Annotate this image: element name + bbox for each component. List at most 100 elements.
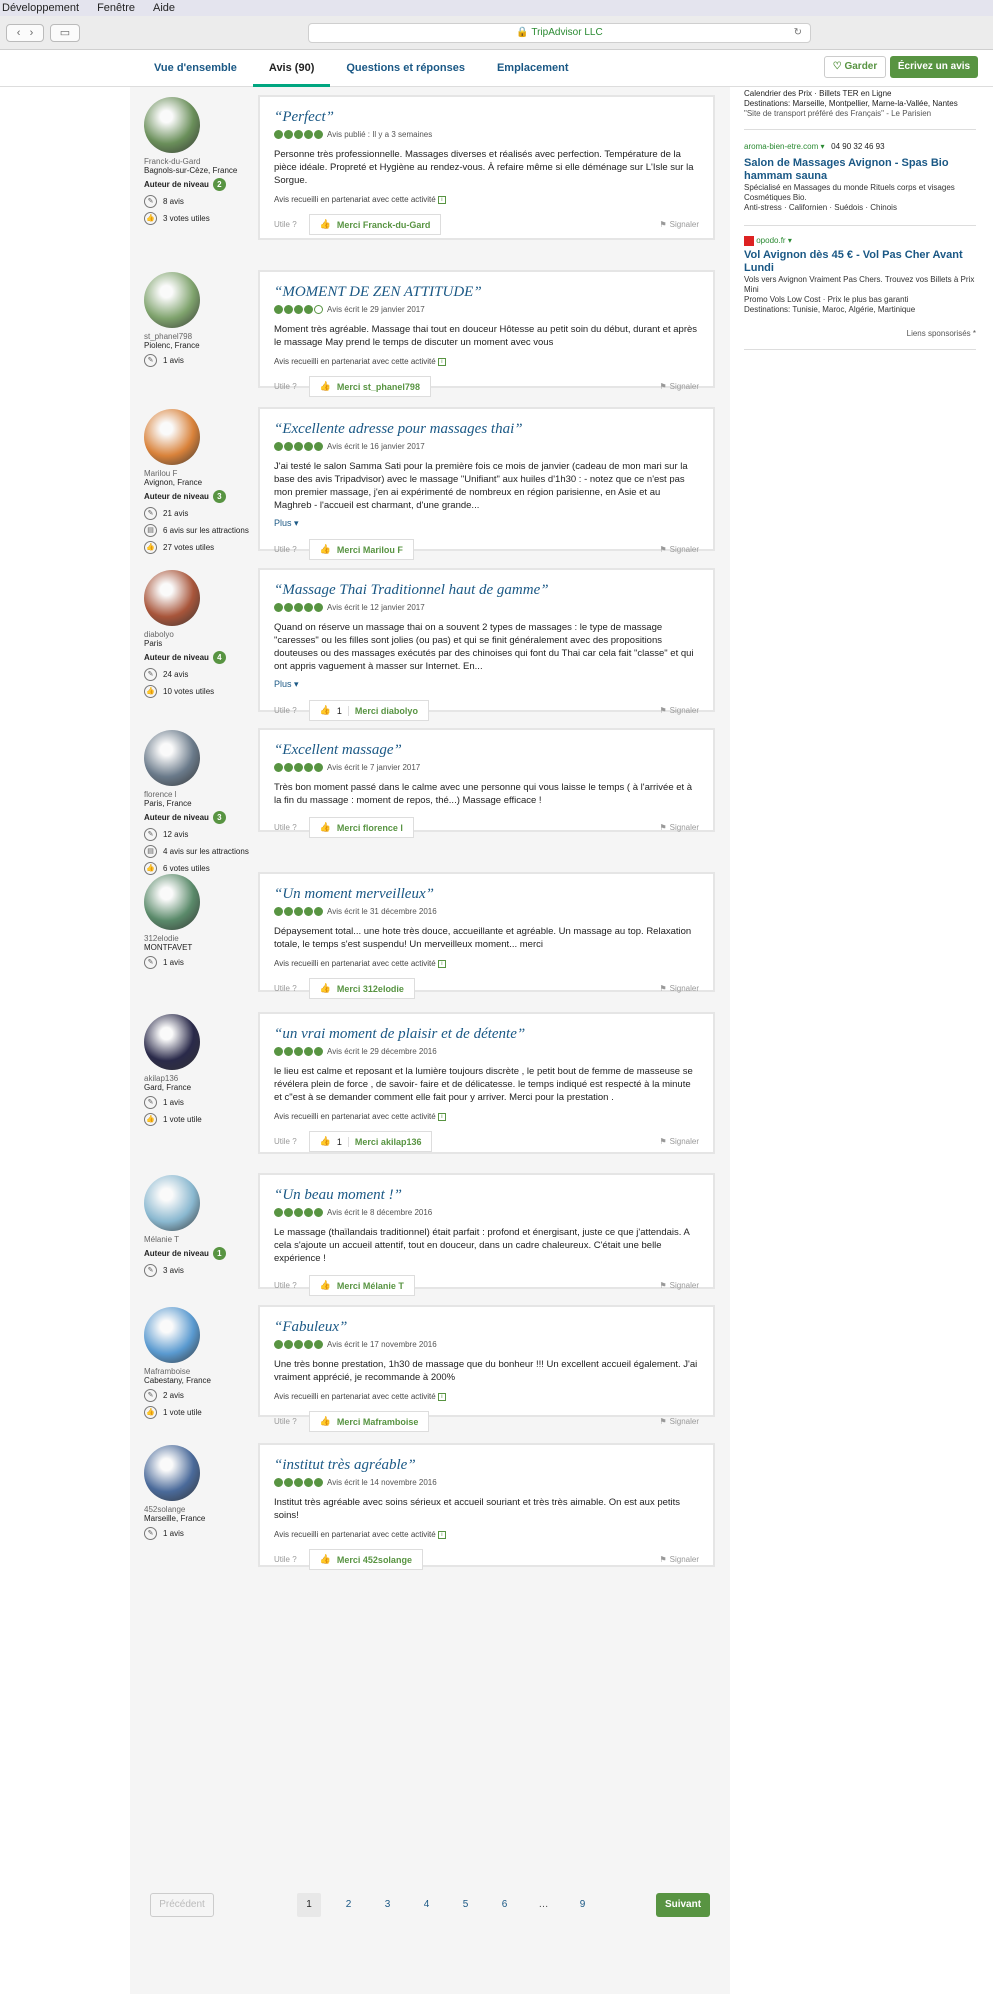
reviewer-name[interactable]: Franck-du-Gard <box>144 157 254 166</box>
reviewer-name[interactable]: diabolyo <box>144 630 254 639</box>
reviewer-name[interactable]: akilap136 <box>144 1074 254 1083</box>
page-link[interactable]: 6 <box>485 1893 524 1917</box>
ad-title-link[interactable]: Salon de Massages Avignon - Spas Bio ham… <box>744 157 976 183</box>
review-title[interactable]: “Excellent massage” <box>274 742 699 759</box>
thank-button[interactable]: 👍 Merci 452solange <box>308 1549 423 1570</box>
stat-icon: ▤ <box>144 845 157 858</box>
tab-reviews[interactable]: Avis (90) <box>252 50 331 87</box>
page-ellipsis: … <box>538 1899 549 1910</box>
thank-button[interactable]: 👍 Merci Franck-du-Gard <box>308 214 442 235</box>
rating-bubbles <box>274 130 323 139</box>
review-title[interactable]: “Massage Thai Traditionnel haut de gamme… <box>274 582 699 599</box>
page-link[interactable]: 3 <box>368 1893 407 1917</box>
rating-bubbles <box>274 603 323 612</box>
tab-questions[interactable]: Questions et réponses <box>330 50 481 87</box>
menu-fenetre[interactable]: Fenêtre <box>97 0 135 16</box>
reviewer-name[interactable]: Marilou F <box>144 469 254 478</box>
next-page-button[interactable]: Suivant <box>656 1893 710 1917</box>
thank-button[interactable]: 👍 1 Merci diabolyo <box>308 700 429 721</box>
thank-button[interactable]: 👍 Merci florence l <box>308 817 414 838</box>
flag-icon: ⚑ <box>659 1417 667 1426</box>
useful-label: Utile ? <box>274 1417 297 1426</box>
more-link[interactable]: Plus ▾ <box>274 518 699 529</box>
avatar[interactable] <box>144 1445 200 1501</box>
sidebar-toggle-icon[interactable]: ▭ <box>50 24 80 42</box>
review-title[interactable]: “Fabuleux” <box>274 1319 699 1336</box>
back-forward-buttons[interactable]: ‹ › <box>6 24 44 42</box>
reviewer-name[interactable]: Mélanie T <box>144 1235 254 1244</box>
user-stat: ✎ 8 avis <box>144 195 254 208</box>
reviewer-info: st_phanel798 Piolenc, France ✎ 1 avis <box>144 272 254 367</box>
review-title[interactable]: “institut très agréable” <box>274 1457 699 1474</box>
review-card: “Excellente adresse pour massages thai” … <box>258 407 715 560</box>
report-link[interactable]: ⚑ Signaler <box>659 984 699 993</box>
review-title[interactable]: “un vrai moment de plaisir et de détente… <box>274 1026 699 1043</box>
report-link[interactable]: ⚑ Signaler <box>659 706 699 715</box>
tab-location[interactable]: Emplacement <box>481 50 585 87</box>
page-link[interactable]: 9 <box>563 1893 602 1917</box>
tab-overview[interactable]: Vue d'ensemble <box>138 50 253 87</box>
flag-icon: ⚑ <box>659 984 667 993</box>
thumbs-up-icon: 👍 <box>319 544 331 554</box>
avatar[interactable] <box>144 409 200 465</box>
reviewer-name[interactable]: florence l <box>144 790 254 799</box>
report-link[interactable]: ⚑ Signaler <box>659 545 699 554</box>
report-link[interactable]: ⚑ Signaler <box>659 382 699 391</box>
stat-icon: ✎ <box>144 354 157 367</box>
report-link[interactable]: ⚑ Signaler <box>659 1281 699 1290</box>
address-bar[interactable]: 🔒 TripAdvisor LLC ↻ <box>308 23 811 43</box>
thank-button[interactable]: 👍 Merci 312elodie <box>308 978 415 999</box>
rating-bubble <box>274 1340 283 1349</box>
page-link[interactable]: 4 <box>407 1893 446 1917</box>
menu-aide[interactable]: Aide <box>153 0 175 16</box>
report-link[interactable]: ⚑ Signaler <box>659 1137 699 1146</box>
save-button[interactable]: ♡ Garder <box>824 56 886 78</box>
report-link[interactable]: ⚑ Signaler <box>659 823 699 832</box>
thank-button[interactable]: 👍 Merci Maframboise <box>308 1411 430 1432</box>
report-link[interactable]: ⚑ Signaler <box>659 1417 699 1426</box>
page-link[interactable]: 2 <box>329 1893 368 1917</box>
report-link[interactable]: ⚑ Signaler <box>659 220 699 229</box>
reviewer-name[interactable]: 312elodie <box>144 934 254 943</box>
report-link[interactable]: ⚑ Signaler <box>659 1555 699 1564</box>
avatar[interactable] <box>144 272 200 328</box>
thank-button[interactable]: 👍 Merci Marilou F <box>308 539 414 560</box>
review-text: J'ai testé le salon Samma Sati pour la p… <box>274 461 688 511</box>
user-stat: ✎ 12 avis <box>144 828 254 841</box>
review-date: Avis écrit le 16 janvier 2017 <box>327 442 425 451</box>
stat-icon: ✎ <box>144 828 157 841</box>
thank-button[interactable]: 👍 Merci st_phanel798 <box>308 376 431 397</box>
reviewer-name[interactable]: st_phanel798 <box>144 332 254 341</box>
avatar[interactable] <box>144 570 200 626</box>
menu-developpement[interactable]: Développement <box>2 0 79 16</box>
avatar[interactable] <box>144 1014 200 1070</box>
page-link[interactable]: 5 <box>446 1893 485 1917</box>
avatar[interactable] <box>144 1175 200 1231</box>
review-title[interactable]: “Un moment merveilleux” <box>274 886 699 903</box>
avatar[interactable] <box>144 874 200 930</box>
review-title[interactable]: “Excellente adresse pour massages thai” <box>274 421 699 438</box>
prev-page-button[interactable]: Précédent <box>150 1893 214 1917</box>
ad-source[interactable]: opodo.fr ▾ <box>756 236 792 245</box>
reviewer-name[interactable]: 452solange <box>144 1505 254 1514</box>
review-title[interactable]: “Un beau moment !” <box>274 1187 699 1204</box>
write-review-button[interactable]: Écrivez un avis <box>890 56 978 78</box>
avatar[interactable] <box>144 1307 200 1363</box>
reviewer-name[interactable]: Maframboise <box>144 1367 254 1376</box>
ad-source[interactable]: aroma-bien-etre.com ▾ <box>744 142 825 151</box>
ad-title-link[interactable]: Vol Avignon dès 45 € - Vol Pas Cher Avan… <box>744 249 976 275</box>
reload-icon[interactable]: ↻ <box>794 24 802 42</box>
avatar[interactable] <box>144 97 200 153</box>
user-stat-text: 1 avis <box>163 1098 184 1107</box>
rating-bubble <box>314 603 323 612</box>
thank-button[interactable]: 👍 1 Merci akilap136 <box>308 1131 433 1152</box>
review-title[interactable]: “MOMENT DE ZEN ATTITUDE” <box>274 284 699 301</box>
avatar[interactable] <box>144 730 200 786</box>
review-title[interactable]: “Perfect” <box>274 109 699 126</box>
more-link[interactable]: Plus ▾ <box>274 679 699 690</box>
thank-button[interactable]: 👍 Merci Mélanie T <box>308 1275 415 1296</box>
review-text: le lieu est calme et reposant et la lumi… <box>274 1066 693 1103</box>
ad-line: Promo Vols Low Cost · Prix le plus bas g… <box>744 295 909 305</box>
review-card: “Excellent massage” Avis écrit le 7 janv… <box>258 728 715 838</box>
page-link[interactable]: 1 <box>297 1893 321 1917</box>
